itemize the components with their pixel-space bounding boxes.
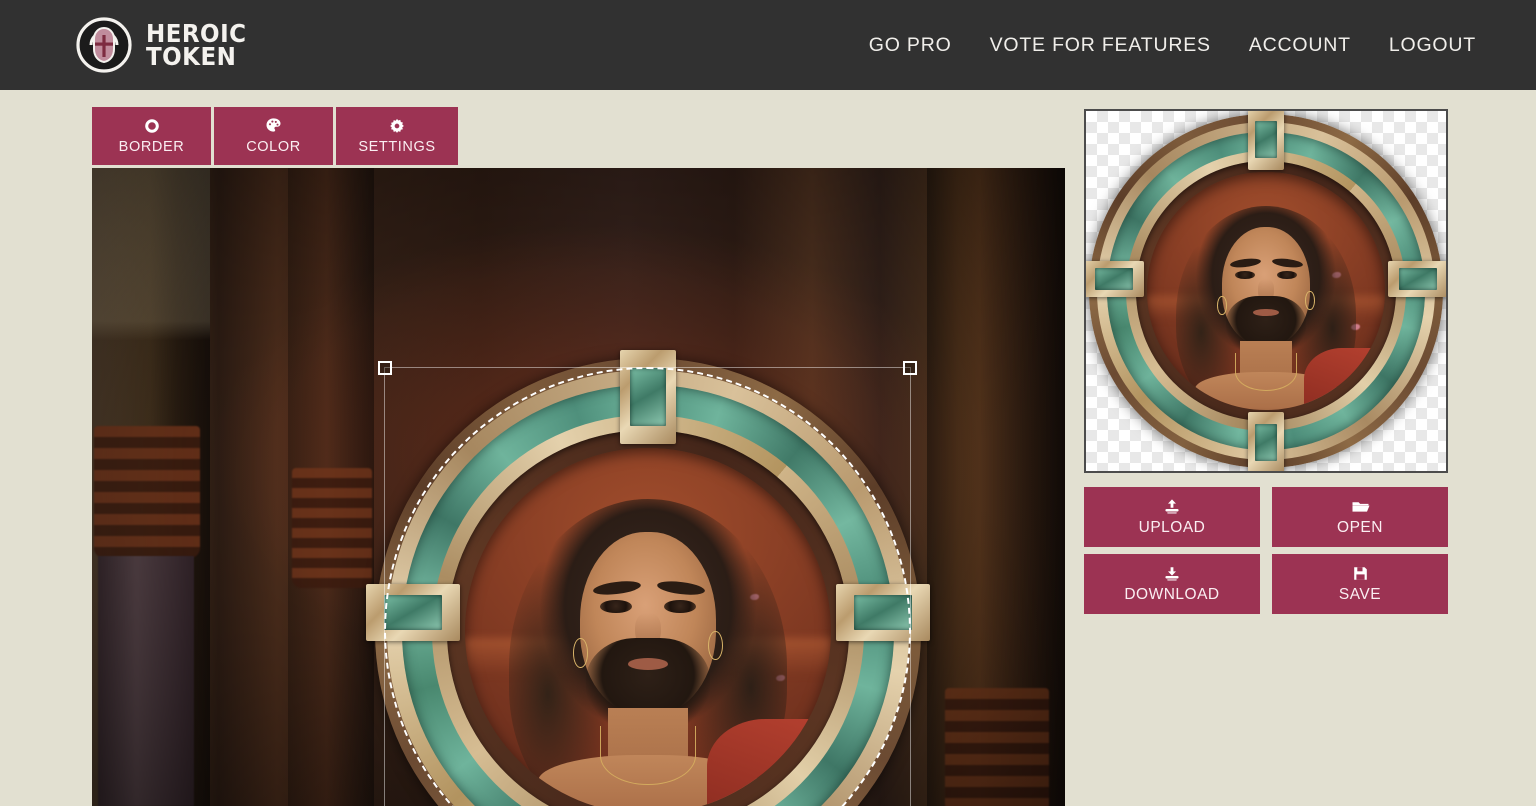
token-plaque-north bbox=[619, 350, 677, 445]
brand-line-2: TOKEN bbox=[146, 42, 237, 71]
preview-necklace bbox=[1235, 352, 1297, 391]
tab-settings-label: SETTINGS bbox=[358, 139, 436, 155]
tab-color-label: COLOR bbox=[246, 139, 301, 155]
nav-link-go-pro[interactable]: GO PRO bbox=[869, 34, 952, 57]
background-column-mid-capital bbox=[292, 468, 372, 588]
portrait-necklace bbox=[600, 726, 696, 785]
background-column-right-capital bbox=[945, 688, 1049, 806]
preview-earring-left bbox=[1217, 295, 1227, 315]
palette-icon bbox=[265, 117, 282, 134]
nav-link-account[interactable]: ACCOUNT bbox=[1249, 34, 1351, 57]
upload-icon bbox=[1163, 498, 1181, 516]
nav-link-vote-for-features[interactable]: VOTE FOR FEATURES bbox=[990, 34, 1211, 57]
portrait-earring-right bbox=[708, 631, 723, 661]
download-button[interactable]: DOWNLOAD bbox=[1084, 554, 1260, 614]
folder-open-icon bbox=[1351, 498, 1370, 516]
brand-wordmark: HEROIC TOKEN bbox=[146, 21, 255, 71]
upload-button[interactable]: UPLOAD bbox=[1084, 487, 1260, 547]
preview-plaque-east bbox=[1387, 260, 1446, 298]
tab-color[interactable]: COLOR bbox=[214, 107, 333, 165]
save-label: SAVE bbox=[1338, 585, 1382, 603]
portrait-eye-left bbox=[600, 599, 632, 614]
preview-robe bbox=[1303, 347, 1380, 410]
tab-settings[interactable]: SETTINGS bbox=[336, 107, 458, 165]
portrait-robe bbox=[706, 718, 824, 806]
preview-plaque-south bbox=[1247, 412, 1285, 471]
file-actions: UPLOAD OPEN DOWNLOAD SAVE bbox=[1084, 487, 1448, 614]
tab-border[interactable]: BORDER bbox=[92, 107, 211, 165]
brand-logo[interactable]: HEROIC TOKEN bbox=[76, 17, 255, 73]
nav-link-logout[interactable]: LOGOUT bbox=[1389, 34, 1476, 57]
portrait-eye-right bbox=[664, 599, 696, 614]
download-label: DOWNLOAD bbox=[1124, 585, 1220, 603]
tab-border-label: BORDER bbox=[118, 139, 185, 155]
open-label: OPEN bbox=[1337, 518, 1383, 536]
token-preview-panel bbox=[1084, 109, 1448, 473]
download-icon bbox=[1163, 565, 1181, 583]
upload-label: UPLOAD bbox=[1138, 518, 1206, 536]
save-button[interactable]: SAVE bbox=[1272, 554, 1448, 614]
token-portrait bbox=[465, 448, 831, 806]
token-plaque-west bbox=[366, 584, 461, 641]
preview-earring-right bbox=[1305, 291, 1315, 310]
editor-canvas[interactable] bbox=[92, 168, 1065, 806]
gear-icon bbox=[389, 117, 405, 134]
token-preview bbox=[1086, 111, 1446, 471]
portrait-earring-left bbox=[573, 638, 588, 668]
preview-portrait bbox=[1147, 172, 1385, 410]
preview-plaque-north bbox=[1247, 111, 1285, 170]
open-button[interactable]: OPEN bbox=[1272, 487, 1448, 547]
main-nav: GO PRO VOTE FOR FEATURES ACCOUNT LOGOUT bbox=[869, 34, 1476, 57]
editor-toolbar: BORDER COLOR SETTINGS bbox=[92, 107, 458, 165]
background-column-left-capital bbox=[94, 426, 200, 558]
floppy-disk-icon bbox=[1352, 565, 1369, 583]
token-plaque-east bbox=[835, 584, 930, 641]
knight-helmet-icon bbox=[76, 17, 132, 73]
circle-icon bbox=[144, 117, 160, 134]
site-header: HEROIC TOKEN GO PRO VOTE FOR FEATURES AC… bbox=[0, 0, 1536, 90]
background-column-left-shaft bbox=[98, 556, 194, 806]
preview-plaque-west bbox=[1086, 260, 1145, 298]
